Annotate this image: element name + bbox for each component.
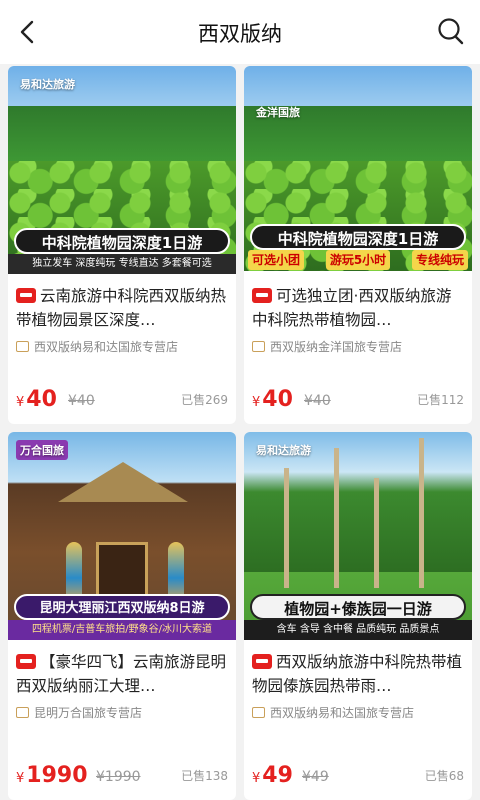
image-subtags: 含车 含导 含中餐 品质纯玩 品质景点 <box>244 620 472 640</box>
price: ¥40 <box>252 387 293 412</box>
image-banner: 昆明大理丽江西双版纳8日游 <box>14 594 230 620</box>
product-card[interactable]: 易和达旅游 中科院植物园深度1日游 独立发车 深度纯玩 专线直达 多套餐可选 云… <box>8 66 236 424</box>
product-image[interactable]: 金洋国旅 中科院植物园深度1日游 可选小团 游玩5小时 专线纯玩 <box>244 66 472 274</box>
subtag: 专线纯玩 <box>411 250 468 270</box>
product-title[interactable]: 云南旅游中科院西双版纳热带植物园景区深度… <box>16 284 228 332</box>
tmall-icon <box>252 288 272 303</box>
product-title[interactable]: 【豪华四飞】云南旅游昆明西双版纳丽江大理… <box>16 650 228 698</box>
tmall-icon <box>16 288 36 303</box>
brand-logo: 金洋国旅 <box>256 106 300 119</box>
brand-logo: 易和达旅游 <box>256 444 311 457</box>
product-card[interactable]: 万合国旅 昆明大理丽江西双版纳8日游 四程机票/吉普车旅拍/野象谷/冰川大索道 … <box>8 432 236 800</box>
original-price: ¥49 <box>302 769 329 785</box>
price-row: ¥40 ¥40 已售112 <box>252 384 464 412</box>
back-button[interactable] <box>14 18 42 46</box>
original-price: ¥1990 <box>96 769 141 785</box>
subtag: 可选小团 <box>248 250 305 270</box>
product-image[interactable]: 易和达旅游 植物园+傣族园一日游 含车 含导 含中餐 品质纯玩 品质景点 <box>244 432 472 640</box>
brand-logo: 万合国旅 <box>16 440 68 460</box>
price: ¥1990 <box>16 763 88 788</box>
page-title: 西双版纳 <box>198 22 282 46</box>
image-banner: 中科院植物园深度1日游 <box>14 228 230 254</box>
store-icon <box>252 707 265 718</box>
store-icon <box>252 341 265 352</box>
price-row: ¥49 ¥49 已售68 <box>252 760 464 788</box>
top-navigation-bar: 西双版纳 <box>0 0 480 64</box>
product-image[interactable]: 易和达旅游 中科院植物园深度1日游 独立发车 深度纯玩 专线直达 多套餐可选 <box>8 66 236 274</box>
image-banner: 植物园+傣族园一日游 <box>250 594 466 620</box>
store-name[interactable]: 西双版纳易和达国旅专营店 <box>16 338 228 355</box>
image-subtags: 可选小团 游玩5小时 专线纯玩 <box>248 250 468 270</box>
store-name[interactable]: 西双版纳金洋国旅专营店 <box>252 338 464 355</box>
image-subtags: 四程机票/吉普车旅拍/野象谷/冰川大索道 <box>8 620 236 640</box>
product-title[interactable]: 西双版纳旅游中科院热带植物园傣族园热带雨… <box>252 650 464 698</box>
chevron-left-icon <box>20 20 34 44</box>
sold-count: 已售68 <box>424 769 464 783</box>
product-card[interactable]: 易和达旅游 植物园+傣族园一日游 含车 含导 含中餐 品质纯玩 品质景点 西双版… <box>244 432 472 800</box>
image-banner: 中科院植物园深度1日游 <box>250 224 466 250</box>
store-name[interactable]: 西双版纳易和达国旅专营店 <box>252 704 464 721</box>
price: ¥49 <box>252 763 293 788</box>
store-name[interactable]: 昆明万合国旅专营店 <box>16 704 228 721</box>
sold-count: 已售138 <box>181 769 228 783</box>
subtag: 游玩5小时 <box>325 250 391 270</box>
store-icon <box>16 341 29 352</box>
search-icon <box>438 18 464 45</box>
product-card[interactable]: 金洋国旅 中科院植物园深度1日游 可选小团 游玩5小时 专线纯玩 可选独立团·西… <box>244 66 472 424</box>
brand-logo: 易和达旅游 <box>20 78 75 91</box>
image-subtags: 独立发车 深度纯玩 专线直达 多套餐可选 <box>8 254 236 274</box>
original-price: ¥40 <box>68 393 95 409</box>
sold-count: 已售269 <box>181 393 228 407</box>
tmall-icon <box>252 654 272 669</box>
tmall-icon <box>16 654 36 669</box>
search-button[interactable] <box>436 16 466 46</box>
sold-count: 已售112 <box>417 393 464 407</box>
product-title[interactable]: 可选独立团·西双版纳旅游中科院热带植物园… <box>252 284 464 332</box>
store-icon <box>16 707 29 718</box>
price-row: ¥40 ¥40 已售269 <box>16 384 228 412</box>
original-price: ¥40 <box>304 393 331 409</box>
price-row: ¥1990 ¥1990 已售138 <box>16 760 228 788</box>
product-image[interactable]: 万合国旅 昆明大理丽江西双版纳8日游 四程机票/吉普车旅拍/野象谷/冰川大索道 <box>8 432 236 640</box>
price: ¥40 <box>16 387 57 412</box>
